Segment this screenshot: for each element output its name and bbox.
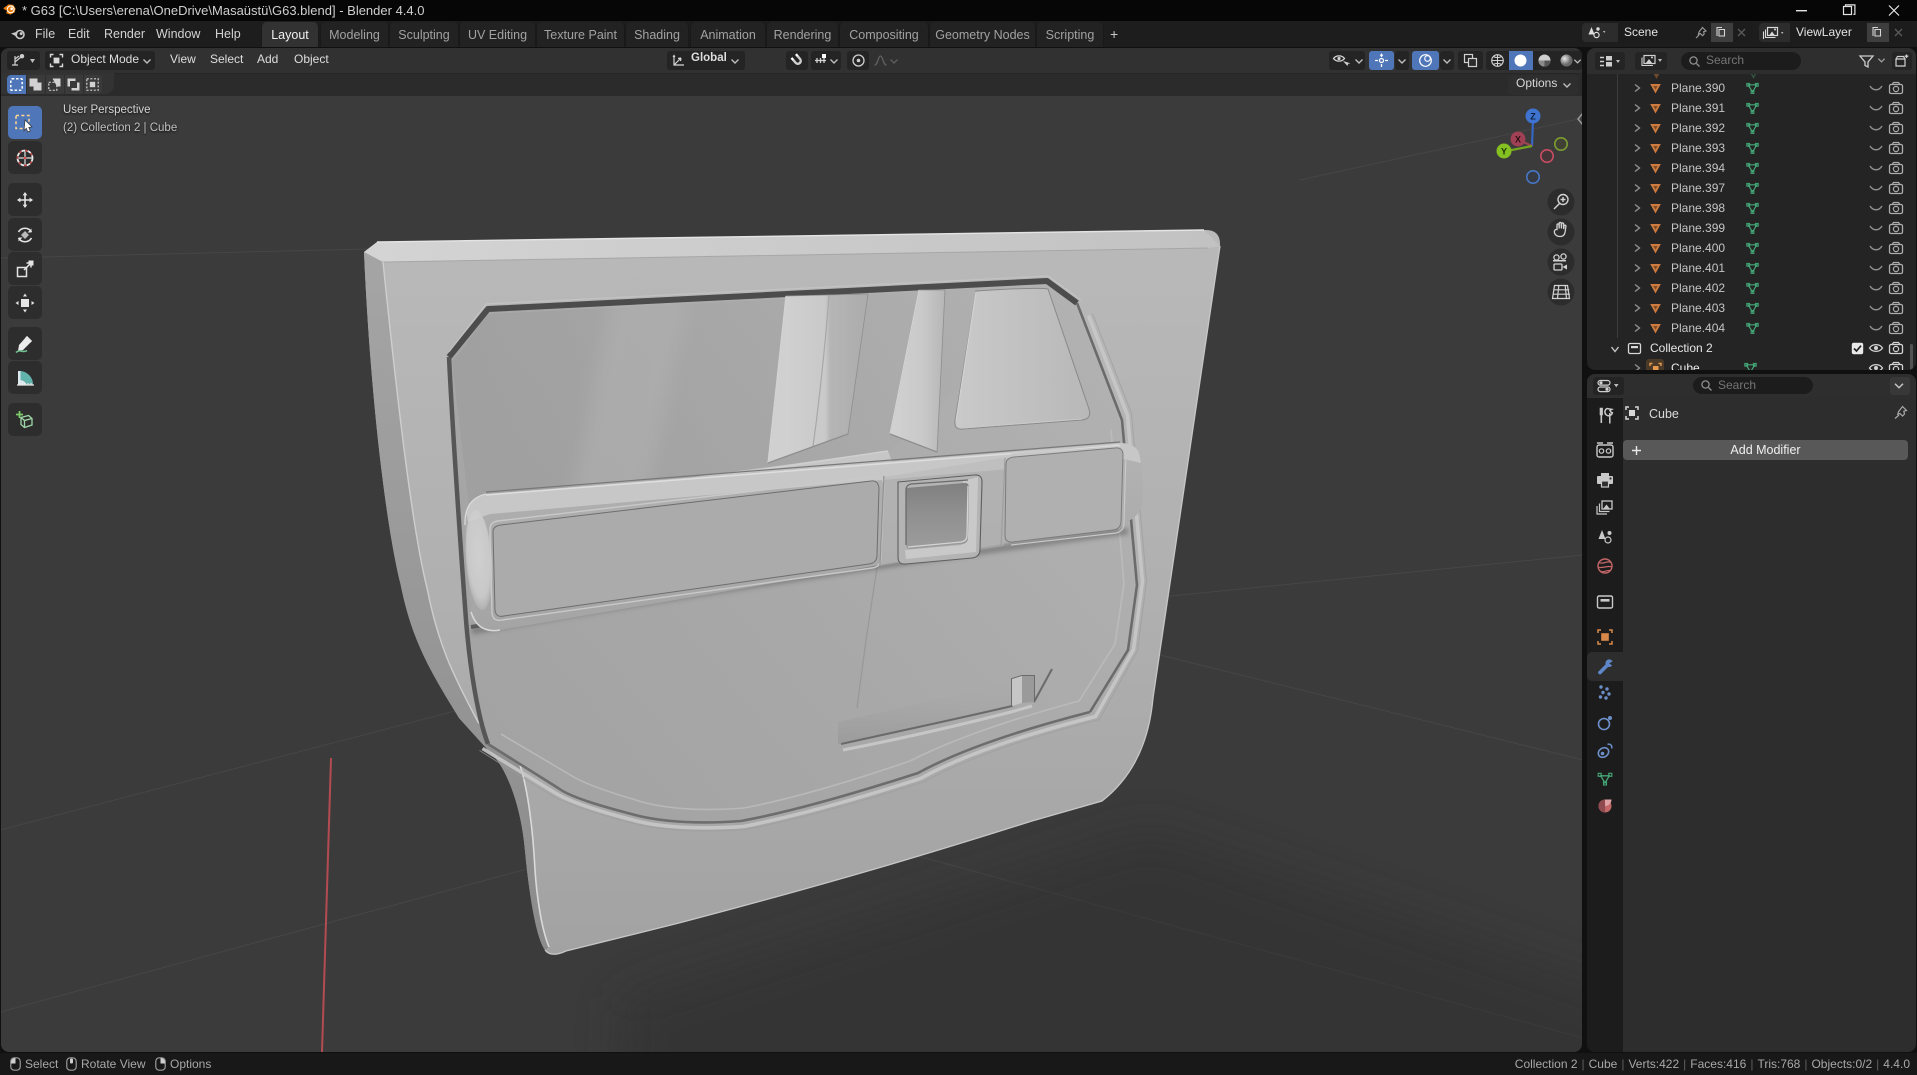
svg-text:Z: Z (1530, 112, 1536, 122)
svg-text:Y: Y (1501, 147, 1507, 157)
svg-text:X: X (1515, 135, 1521, 145)
